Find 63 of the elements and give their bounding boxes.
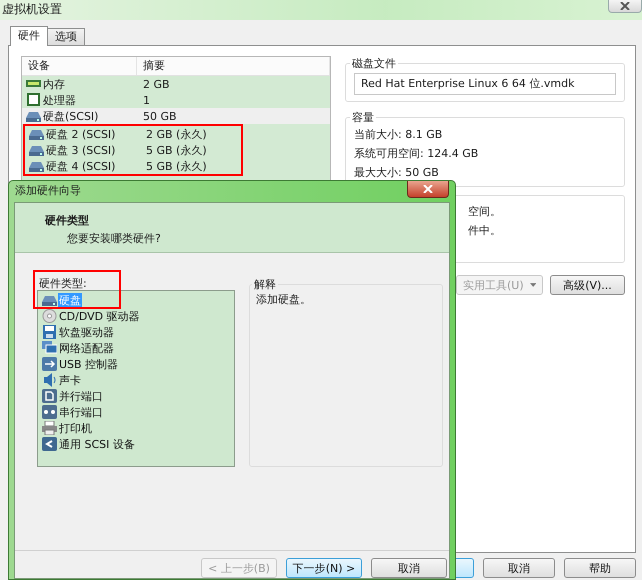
info-text: 空间。: [468, 204, 502, 219]
disc-icon: [42, 309, 57, 323]
wizard-button[interactable]: 取消: [371, 558, 447, 578]
device-name: 硬盘 4 (SCSI): [25, 158, 140, 174]
printer-icon: [42, 421, 57, 435]
device-name: 处理器: [22, 92, 137, 108]
device-summary: 50 GB: [142, 110, 178, 122]
window-title: 虚拟机设置: [2, 1, 62, 18]
hardware-item[interactable]: USB 控制器: [42, 356, 230, 372]
device-summary: 1: [142, 94, 151, 106]
close-icon: [423, 185, 433, 193]
hardware-item[interactable]: 声卡: [42, 372, 230, 388]
device-row[interactable]: 处理器 1: [22, 92, 330, 108]
group-title: 容量: [351, 110, 375, 125]
device-name: 硬盘 2 (SCSI): [25, 126, 140, 142]
device-summary: 5 GB (永久): [145, 142, 208, 158]
list-label: 硬件类型:: [38, 277, 88, 290]
close-icon: [620, 2, 630, 10]
wizard-heading: 硬件类型: [45, 213, 90, 228]
disk-file-field[interactable]: Red Hat Enterprise Linux 6 64 位.vmdk: [354, 73, 616, 95]
close-button[interactable]: [407, 181, 449, 198]
footer-button[interactable]: 帮助: [564, 558, 636, 578]
device-summary: 2 GB: [142, 78, 171, 90]
port-icon: [42, 389, 57, 403]
speaker-icon: [42, 373, 57, 387]
footer-button[interactable]: 取消: [483, 558, 555, 578]
capacity-text: 当前大小: 8.1 GB: [354, 127, 444, 142]
action-button[interactable]: 高级(V)...: [550, 275, 625, 295]
monitor-icon: [42, 341, 57, 355]
dialog-title: 添加硬件向导: [14, 183, 81, 199]
group-title: 磁盘文件: [351, 56, 397, 71]
hardware-item[interactable]: 串行端口: [42, 404, 230, 420]
device-row[interactable]: 硬盘 2 (SCSI) 2 GB (永久): [25, 126, 241, 142]
hardware-item[interactable]: 软盘驱动器: [42, 324, 230, 340]
wizard-subheading: 您要安装哪类硬件?: [66, 231, 162, 246]
device-name: 硬盘(SCSI): [22, 108, 137, 124]
usb-icon: [42, 357, 57, 371]
port-icon: [42, 405, 57, 419]
capacity-text: 最大大小: 50 GB: [354, 165, 440, 180]
close-button[interactable]: [608, 0, 642, 13]
caret-icon: [530, 283, 536, 287]
tab[interactable]: 选项: [47, 28, 85, 45]
hardware-item[interactable]: 网络适配器: [42, 340, 230, 356]
device-summary: 5 GB (永久): [145, 158, 208, 174]
group-title: 解释: [253, 277, 277, 292]
device-name: 内存: [22, 76, 137, 92]
wizard-button[interactable]: 下一步(N) >: [286, 558, 362, 578]
hardware-item[interactable]: 通用 SCSI 设备: [42, 436, 230, 452]
device-row[interactable]: 内存 2 GB: [22, 76, 330, 92]
capacity-text: 系统可用空间: 124.4 GB: [354, 146, 480, 161]
column-header[interactable]: 设备: [22, 57, 137, 75]
column-header[interactable]: 摘要: [137, 57, 330, 75]
info-text: 件中。: [468, 223, 502, 238]
explanation-text: 添加硬盘。: [256, 292, 312, 307]
device-name: 硬盘 3 (SCSI): [25, 142, 140, 158]
hardware-item[interactable]: CD/DVD 驱动器: [42, 308, 230, 324]
device-row[interactable]: 硬盘 4 (SCSI) 5 GB (永久): [25, 158, 241, 174]
hardware-item[interactable]: 打印机: [42, 420, 230, 436]
device-summary: 2 GB (永久): [145, 126, 208, 142]
hardware-item[interactable]: 并行端口: [42, 388, 230, 404]
device-row[interactable]: 硬盘(SCSI) 50 GB: [22, 108, 330, 124]
device-row[interactable]: 硬盘 3 (SCSI) 5 GB (永久): [25, 142, 241, 158]
tab[interactable]: 硬件: [10, 26, 48, 46]
